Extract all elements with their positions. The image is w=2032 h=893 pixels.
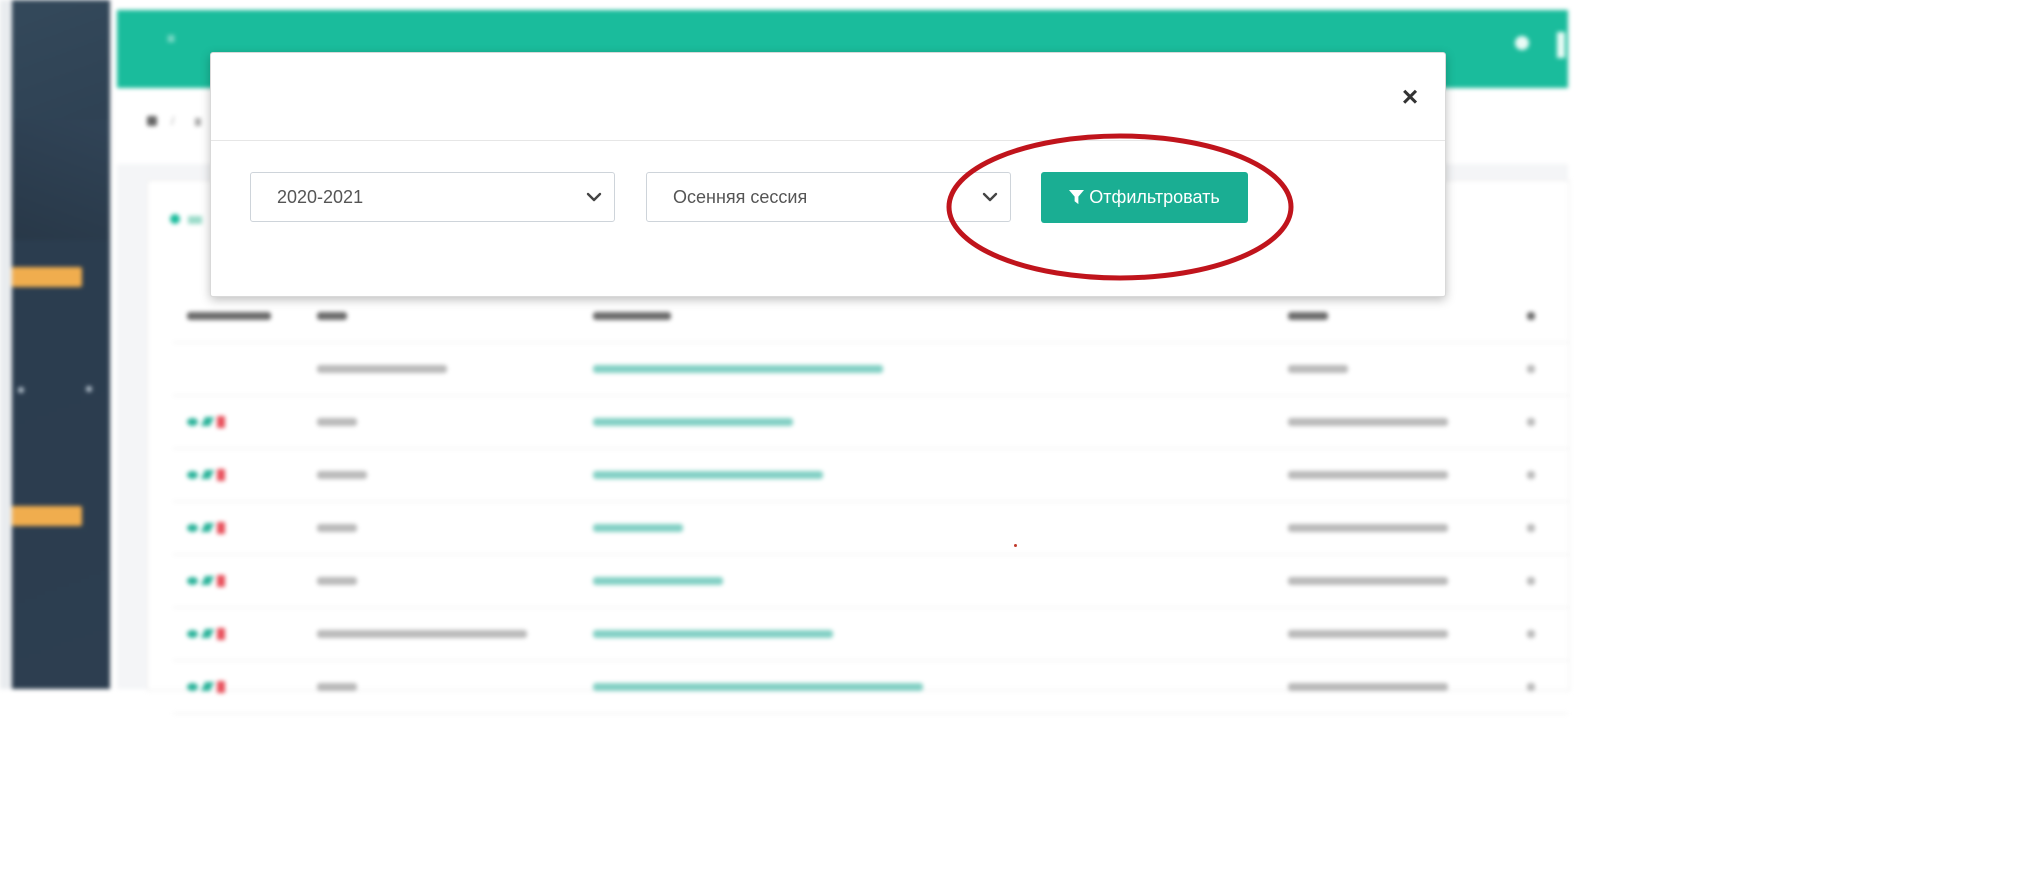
row-author <box>1288 630 1449 638</box>
row-date <box>1526 471 1535 479</box>
row-type <box>316 577 357 585</box>
table-row <box>173 395 1568 449</box>
column-header <box>1288 312 1329 320</box>
year-select[interactable]: 2020-2021 <box>250 172 615 222</box>
breadcrumb-item[interactable] <box>195 118 201 126</box>
table-row <box>173 660 1568 714</box>
row-type <box>316 418 357 426</box>
column-header <box>592 312 671 320</box>
navbar-item[interactable] <box>1557 32 1565 58</box>
row-date <box>1526 365 1535 373</box>
view-icon[interactable] <box>187 523 198 532</box>
home-icon[interactable] <box>147 116 157 126</box>
filter-button-label: Отфильтровать <box>1089 187 1220 207</box>
row-name-link[interactable] <box>592 418 793 426</box>
delete-icon[interactable] <box>217 521 225 534</box>
edit-icon[interactable] <box>200 682 215 692</box>
row-type <box>316 524 357 532</box>
edit-icon[interactable] <box>200 629 215 639</box>
table-row <box>173 342 1568 396</box>
edit-icon[interactable] <box>200 470 215 480</box>
row-date <box>1526 524 1535 532</box>
sidebar-badge <box>12 267 82 287</box>
sidebar-header-shade <box>12 120 110 240</box>
row-author <box>1288 524 1449 532</box>
row-type <box>316 683 357 691</box>
row-date <box>1526 630 1535 638</box>
add-link[interactable] <box>188 216 202 224</box>
row-name-link[interactable] <box>592 683 923 691</box>
row-author <box>1288 683 1449 691</box>
sidebar-dot-icon <box>86 386 92 392</box>
table-header-row <box>173 290 1568 343</box>
breadcrumb-separator: / <box>171 114 175 128</box>
table-row <box>173 501 1568 555</box>
delete-icon[interactable] <box>217 680 225 693</box>
column-header <box>187 312 271 320</box>
view-icon[interactable] <box>187 682 198 691</box>
row-type <box>316 365 447 373</box>
row-author <box>1288 577 1449 585</box>
view-icon[interactable] <box>187 470 198 479</box>
column-header <box>316 312 347 320</box>
delete-icon[interactable] <box>217 574 225 587</box>
row-name-link[interactable] <box>592 524 683 532</box>
session-select-value: Осенняя сессия <box>673 187 808 207</box>
row-name-link[interactable] <box>592 630 833 638</box>
edit-icon[interactable] <box>200 417 215 427</box>
row-date <box>1526 577 1535 585</box>
row-author <box>1288 418 1449 426</box>
delete-icon[interactable] <box>217 627 225 640</box>
table-row <box>173 554 1568 608</box>
modal-header: × <box>211 53 1445 141</box>
filter-button[interactable]: Отфильтровать <box>1041 172 1248 223</box>
row-type <box>316 630 527 638</box>
column-header <box>1526 312 1535 320</box>
view-icon[interactable] <box>187 417 198 426</box>
row-author <box>1288 471 1449 479</box>
view-icon[interactable] <box>187 576 198 585</box>
chevron-down-icon <box>982 192 998 202</box>
view-icon[interactable] <box>187 629 198 638</box>
hamburger-icon[interactable]: ≡ <box>167 30 175 46</box>
user-icon[interactable] <box>1515 36 1529 50</box>
table-row <box>173 448 1568 502</box>
row-name-link[interactable] <box>592 471 823 479</box>
table-row <box>173 607 1568 661</box>
session-select[interactable]: Осенняя сессия <box>646 172 1011 222</box>
row-author <box>1288 365 1349 373</box>
year-select-value: 2020-2021 <box>277 187 364 207</box>
close-icon[interactable]: × <box>1396 81 1424 113</box>
page-edge <box>0 0 12 689</box>
sidebar-dot-icon <box>18 387 24 393</box>
edit-icon[interactable] <box>200 523 215 533</box>
row-date <box>1526 683 1535 691</box>
delete-icon[interactable] <box>217 468 225 481</box>
row-name-link[interactable] <box>592 577 723 585</box>
chevron-down-icon <box>586 192 602 202</box>
filter-modal: × 2020-2021 Осенняя сессия Отфильтровать <box>210 52 1446 297</box>
row-name-link[interactable] <box>592 365 883 373</box>
delete-icon[interactable] <box>217 415 225 428</box>
sidebar <box>12 0 110 689</box>
edit-icon[interactable] <box>200 576 215 586</box>
documents-table <box>173 290 1568 714</box>
add-icon[interactable] <box>170 214 180 224</box>
filter-icon <box>1069 190 1085 205</box>
row-type <box>316 471 367 479</box>
row-date <box>1526 418 1535 426</box>
annotation-dot <box>1014 544 1017 547</box>
sidebar-badge <box>12 506 82 526</box>
